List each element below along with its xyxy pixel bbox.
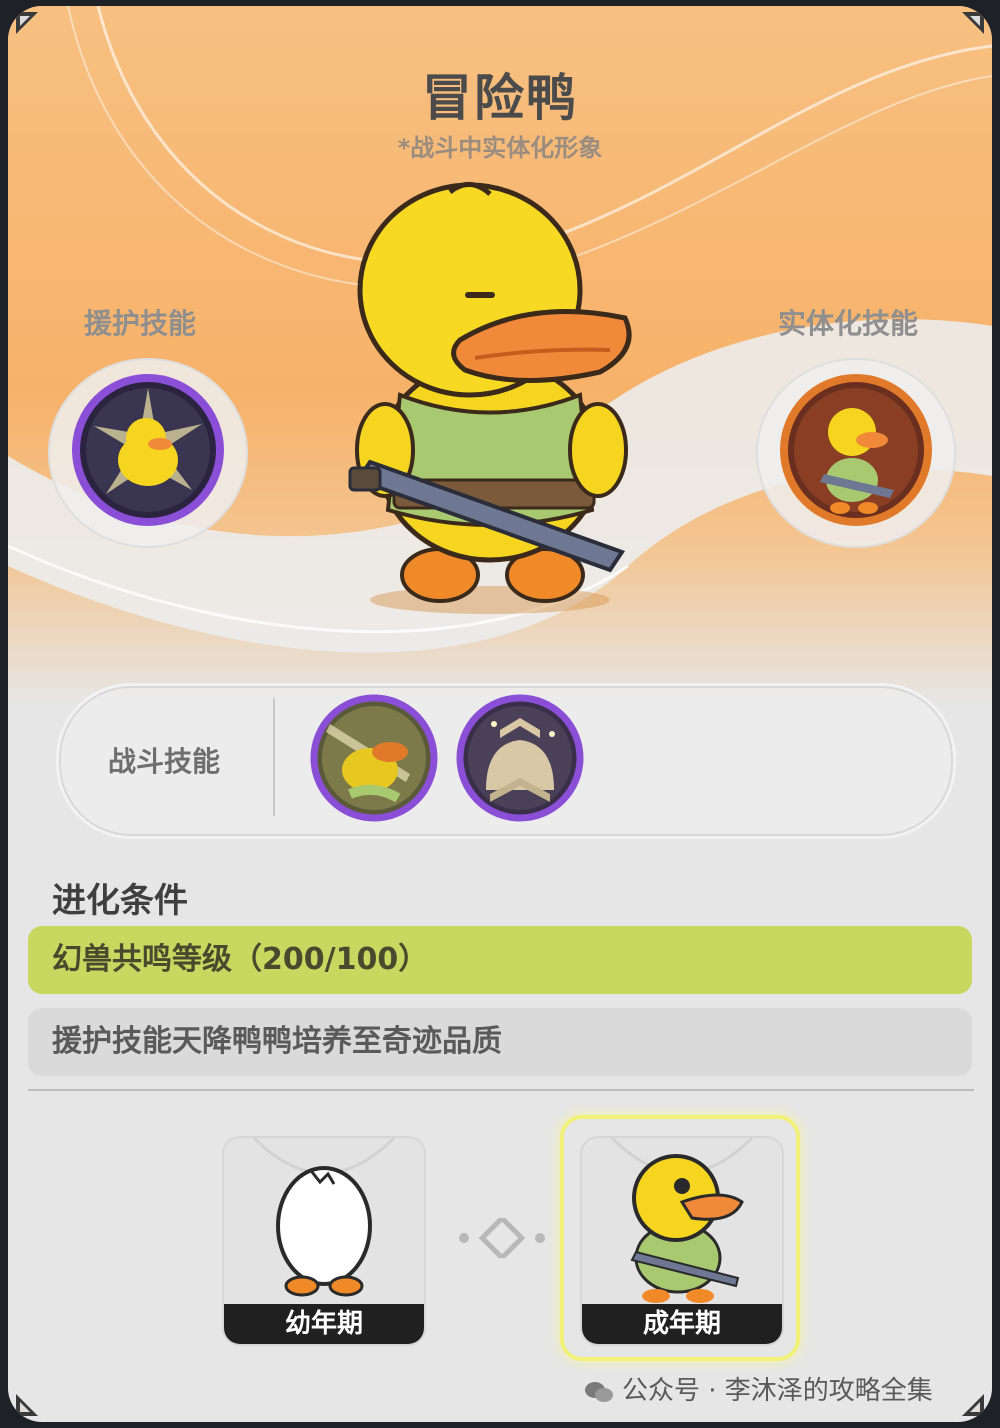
frame-corner-icon [16, 1394, 38, 1416]
wechat-icon [585, 1381, 613, 1402]
materialize-duck-skill-icon [780, 374, 932, 526]
stage-adult-label: 成年期 [582, 1304, 782, 1344]
egg-duck-icon [252, 1138, 396, 1297]
evolution-condition-met: 幻兽共鸣等级（200/100） [28, 926, 972, 994]
pet-form-subtitle: *战斗中实体化形象 [397, 134, 603, 162]
watermark: 公众号 · 李沐泽的攻略全集 [584, 1370, 933, 1407]
stage-juvenile-card[interactable]: 幼年期 [222, 1136, 426, 1346]
combat-skills-divider [273, 698, 275, 816]
evolution-section-title: 进化条件 [52, 881, 188, 921]
evolution-condition-unmet: 援护技能天降鸭鸭培养至奇迹品质 [28, 1008, 972, 1076]
pet-name-title: 冒险鸭 [422, 69, 578, 127]
frame-corner-icon [962, 12, 984, 34]
duck-slash-skill-icon [310, 694, 438, 822]
adventure-duck-portrait [348, 182, 632, 614]
stage-connector-icon [459, 1218, 545, 1258]
adult-duck-icon [610, 1138, 754, 1303]
stage-adult-card[interactable]: 成年期 [580, 1136, 784, 1346]
duck-buff-skill-icon [456, 694, 584, 822]
falling-duck-skill-icon [72, 374, 224, 526]
combat-skills-label: 战斗技能 [108, 745, 221, 778]
section-divider [28, 1089, 974, 1091]
frame-corner-icon [962, 1394, 984, 1416]
combat-skill-1-button[interactable] [310, 694, 438, 822]
support-skill-label: 援护技能 [84, 307, 197, 340]
stage-juvenile-label: 幼年期 [224, 1304, 424, 1344]
support-skill-icon-button[interactable] [72, 374, 224, 526]
materialize-skill-icon-button[interactable] [780, 374, 932, 526]
combat-skill-2-button[interactable] [456, 694, 584, 822]
watermark-text: 公众号 · 李沐泽的攻略全集 [622, 1376, 933, 1406]
materialize-skill-label: 实体化技能 [778, 307, 919, 340]
frame-corner-icon [16, 12, 38, 34]
